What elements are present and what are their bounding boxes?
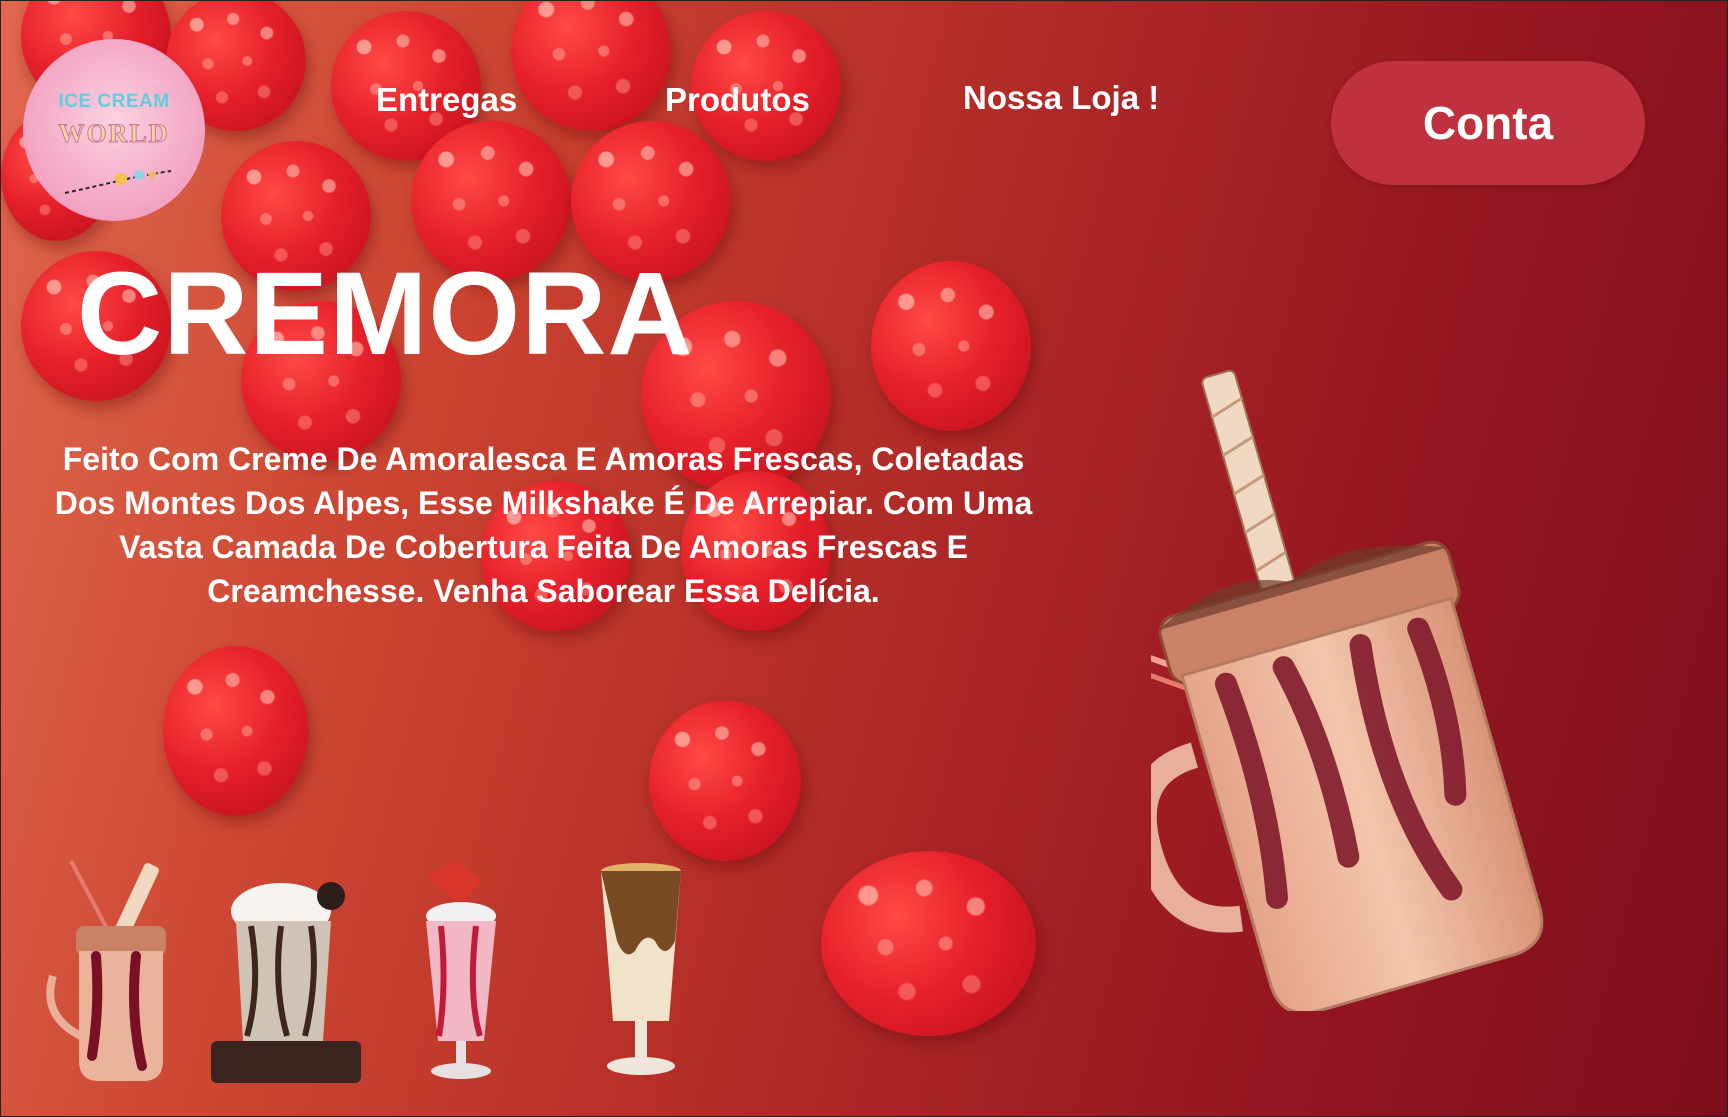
nav-entregas[interactable]: Entregas <box>376 81 517 119</box>
cookies-milkshake-icon[interactable] <box>211 866 361 1086</box>
brand-logo[interactable]: ICE CREAM WORLD <box>23 39 205 221</box>
logo-line1: ICE CREAM <box>58 91 170 112</box>
strawberry-milkshake-glass-icon[interactable] <box>406 856 516 1086</box>
berry-milkshake-mason-jar-icon <box>1151 369 1544 1011</box>
account-button[interactable]: Conta <box>1331 61 1645 185</box>
raspberry-decoration <box>163 646 308 816</box>
raspberry-decoration <box>649 701 801 861</box>
product-description: Feito Com Creme De Amoralesca E Amoras F… <box>54 441 1033 609</box>
nav-nossa-loja[interactable]: Nossa Loja ! <box>963 79 1159 117</box>
product-thumbnail-list <box>31 856 731 1086</box>
product-title: CREMORA <box>77 248 694 380</box>
raspberry-decoration <box>821 851 1036 1036</box>
raspberry-decoration <box>871 261 1031 431</box>
ice-cream-scooter-icon <box>64 170 172 194</box>
page: ICE CREAM WORLD Entregas Produtos Nossa … <box>0 0 1728 1117</box>
raspberry-decoration <box>511 1 671 131</box>
caramel-milkshake-glass-icon[interactable] <box>591 856 691 1086</box>
logo-line2: WORLD <box>58 119 170 149</box>
berry-milkshake-jar-icon[interactable] <box>41 856 181 1086</box>
nav-produtos[interactable]: Produtos <box>665 81 810 119</box>
